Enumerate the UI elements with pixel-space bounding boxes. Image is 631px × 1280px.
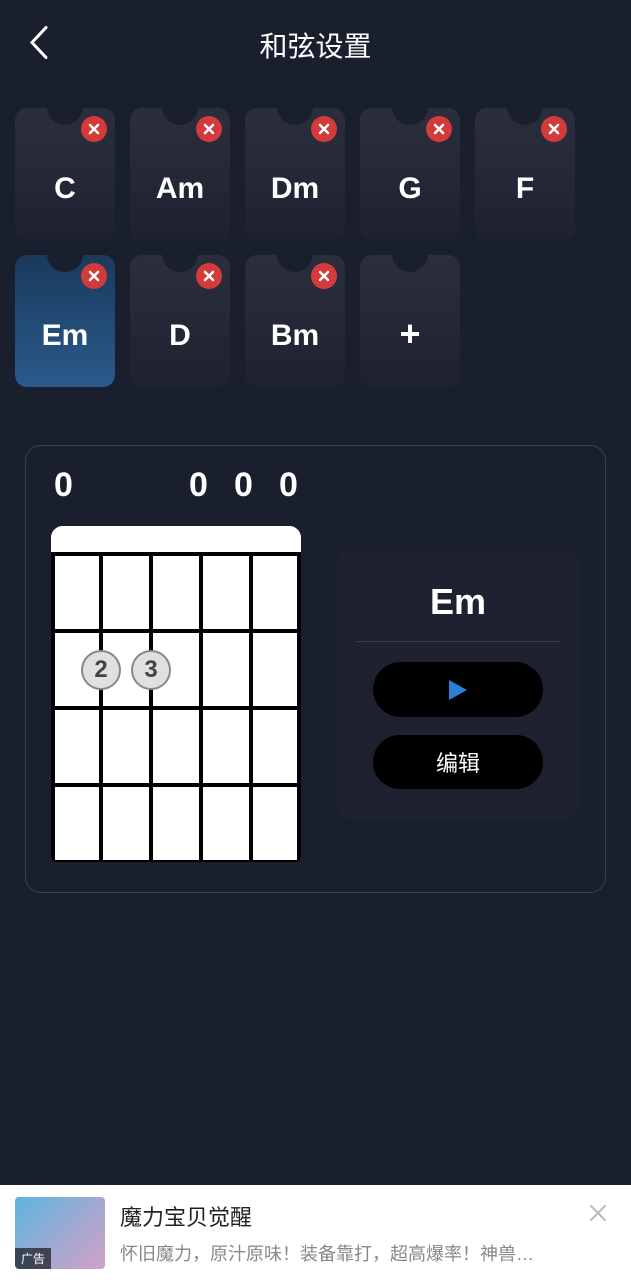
fretboard-container: 0000 23 (51, 476, 301, 862)
remove-chord-button[interactable] (311, 263, 337, 289)
open-strings-row: 0000 (41, 466, 311, 505)
ad-image: 广告 (15, 1197, 105, 1269)
chord-tile[interactable]: Am (130, 108, 230, 240)
close-icon (588, 1203, 608, 1223)
tile-notch (47, 107, 83, 125)
chord-tile[interactable]: Em (15, 255, 115, 387)
remove-chord-button[interactable] (311, 116, 337, 142)
fretboard: 23 (51, 526, 301, 862)
tile-notch (162, 107, 198, 125)
play-button[interactable] (373, 662, 543, 717)
fret-line (51, 629, 301, 633)
remove-chord-button[interactable] (196, 263, 222, 289)
close-icon (88, 270, 100, 282)
chord-tile[interactable]: Bm (245, 255, 345, 387)
chord-name-display: Em (430, 581, 486, 623)
page-title: 和弦设置 (259, 25, 371, 65)
open-string-marker (131, 466, 176, 505)
chord-tile[interactable]: Dm (245, 108, 345, 240)
remove-chord-button[interactable] (426, 116, 452, 142)
ad-content: 魔力宝贝觉醒 怀旧魔力，原汁原味！装备靠打，超高爆率！神兽… (120, 1200, 565, 1266)
string-line (199, 554, 203, 862)
close-icon (203, 270, 215, 282)
header: 和弦设置 (0, 0, 631, 90)
close-icon (88, 123, 100, 135)
chord-label: Am (156, 172, 204, 206)
close-icon (203, 123, 215, 135)
ad-close-button[interactable] (580, 1195, 616, 1236)
string-line (51, 554, 55, 862)
chord-tile[interactable]: C (15, 108, 115, 240)
open-string-marker: 0 (41, 466, 86, 505)
fret-line (51, 706, 301, 710)
chord-label: G (398, 172, 421, 206)
finger-position: 2 (81, 650, 121, 690)
finger-position: 3 (131, 650, 171, 690)
fretboard-nut (51, 526, 301, 554)
chord-label: F (516, 172, 534, 206)
remove-chord-button[interactable] (81, 116, 107, 142)
add-chord-button[interactable]: + (360, 255, 460, 387)
close-icon (548, 123, 560, 135)
ad-banner[interactable]: 广告 魔力宝贝觉醒 怀旧魔力，原汁原味！装备靠打，超高爆率！神兽… (0, 1185, 631, 1280)
open-string-marker (86, 466, 131, 505)
fret-line (51, 552, 301, 556)
edit-button[interactable]: 编辑 (373, 735, 543, 789)
remove-chord-button[interactable] (81, 263, 107, 289)
tile-notch (47, 254, 83, 272)
play-icon (447, 678, 469, 702)
chord-label: Em (42, 319, 89, 353)
tile-notch (277, 254, 313, 272)
chord-detail-panel: 0000 23 Em 编辑 (25, 445, 606, 893)
remove-chord-button[interactable] (196, 116, 222, 142)
string-line (149, 554, 153, 862)
string-line (99, 554, 103, 862)
ad-description: 怀旧魔力，原汁原味！装备靠打，超高爆率！神兽… (120, 1240, 565, 1266)
remove-chord-button[interactable] (541, 116, 567, 142)
open-string-marker: 0 (176, 466, 221, 505)
tile-notch (277, 107, 313, 125)
back-button[interactable] (28, 26, 48, 65)
plus-icon: + (399, 313, 420, 355)
chord-label: Bm (271, 319, 319, 353)
fret-line (51, 860, 301, 862)
ad-tag: 广告 (15, 1248, 51, 1269)
chord-grid: C Am Dm G F (0, 90, 631, 405)
chord-tile[interactable]: D (130, 255, 230, 387)
chord-info-panel: Em 编辑 (336, 551, 580, 819)
divider (356, 641, 560, 642)
chord-label: D (169, 319, 191, 353)
open-string-marker: 0 (266, 466, 311, 505)
ad-title: 魔力宝贝觉醒 (120, 1200, 565, 1232)
tile-notch (507, 107, 543, 125)
string-line (297, 554, 301, 862)
chord-label: Dm (271, 172, 319, 206)
string-line (249, 554, 253, 862)
tile-notch (162, 254, 198, 272)
tile-notch (392, 107, 428, 125)
open-string-marker: 0 (221, 466, 266, 505)
close-icon (318, 123, 330, 135)
chord-tile[interactable]: F (475, 108, 575, 240)
fret-line (51, 783, 301, 787)
chord-label: C (54, 172, 76, 206)
tile-notch (392, 254, 428, 272)
chord-tile[interactable]: G (360, 108, 460, 240)
close-icon (433, 123, 445, 135)
close-icon (318, 270, 330, 282)
